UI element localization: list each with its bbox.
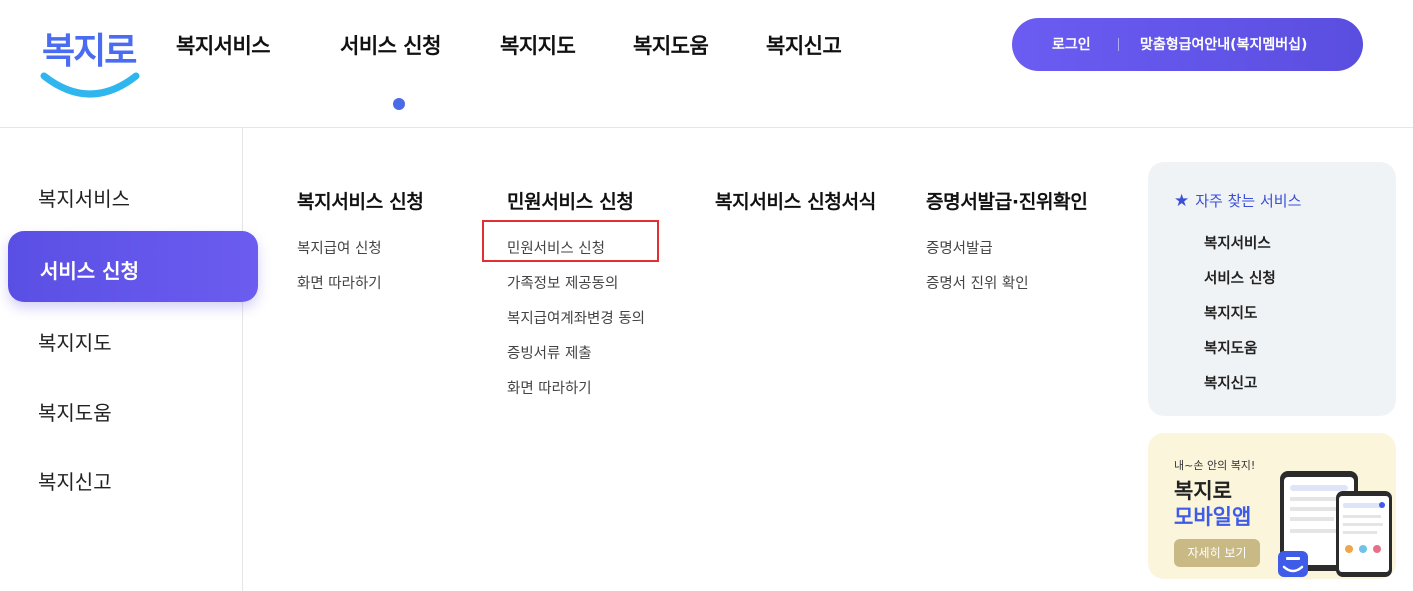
menu-link[interactable]: 가족정보 제공동의: [507, 272, 618, 293]
sidebar-item-welfare-service[interactable]: 복지서비스: [38, 183, 130, 212]
menu-link[interactable]: 복지급여계좌변경 동의: [507, 307, 645, 328]
menu-link[interactable]: 증빙서류 제출: [507, 342, 592, 363]
sidebar-item-label: 서비스 신청: [40, 259, 139, 283]
favorite-link[interactable]: 서비스 신청: [1204, 267, 1276, 288]
auth-divider: [1118, 38, 1119, 51]
favorites-panel: ★ 자주 찾는 서비스 복지서비스 서비스 신청 복지지도 복지도움 복지신고: [1148, 162, 1396, 416]
menu-link[interactable]: 증명서발급: [926, 237, 993, 258]
menu-col-welfare-apply-title[interactable]: 복지서비스 신청: [297, 187, 424, 214]
login-button[interactable]: 로그인: [1052, 34, 1091, 54]
nav-welfare-report[interactable]: 복지신고: [766, 30, 842, 60]
menu-col-certificate-title[interactable]: 증명서발급·진위확인: [926, 187, 1088, 214]
auth-bar: 로그인 맞춤형급여안내(복지멤버십): [1012, 18, 1363, 71]
app-banner-tagline: 내~손 안의 복지!: [1174, 459, 1256, 472]
highlight-box: [482, 220, 659, 262]
menu-col-civil-apply-title[interactable]: 민원서비스 신청: [507, 187, 634, 214]
nav-service-apply[interactable]: 서비스 신청: [340, 30, 441, 60]
phone-mockup-icon: [1278, 471, 1392, 577]
sidebar-item-welfare-map[interactable]: 복지지도: [38, 327, 112, 356]
bokjiro-logo[interactable]: 복지로: [34, 22, 146, 102]
logo-smile-icon: [40, 72, 140, 98]
nav-welfare-help[interactable]: 복지도움: [633, 30, 709, 60]
sidebar-divider: [242, 128, 243, 591]
favorite-link[interactable]: 복지신고: [1204, 372, 1257, 393]
membership-button[interactable]: 맞춤형급여안내(복지멤버십): [1140, 34, 1307, 54]
app-details-button[interactable]: 자세히 보기: [1174, 539, 1260, 567]
menu-col-forms-title[interactable]: 복지서비스 신청서식: [715, 187, 876, 214]
menu-link[interactable]: 화면 따라하기: [297, 272, 382, 293]
favorites-title: ★ 자주 찾는 서비스: [1174, 191, 1302, 211]
nav-welfare-service[interactable]: 복지서비스: [176, 30, 271, 60]
menu-link[interactable]: 화면 따라하기: [507, 377, 592, 398]
mobile-app-banner[interactable]: 내~손 안의 복지! 복지로 모바일앱 자세히 보기: [1148, 433, 1396, 579]
site-header: 복지로 복지서비스 서비스 신청 복지지도 복지도움 복지신고 로그인 맞춤형급…: [0, 0, 1413, 128]
favorite-link[interactable]: 복지지도: [1204, 302, 1257, 323]
favorite-link[interactable]: 복지도움: [1204, 337, 1257, 358]
sidebar-item-welfare-report[interactable]: 복지신고: [38, 466, 112, 495]
sidebar-item-welfare-help[interactable]: 복지도움: [38, 397, 112, 426]
menu-link[interactable]: 증명서 진위 확인: [926, 272, 1029, 293]
nav-welfare-map[interactable]: 복지지도: [500, 30, 576, 60]
active-nav-indicator: [393, 98, 405, 110]
sidebar-item-service-apply[interactable]: 서비스 신청: [8, 231, 258, 302]
app-banner-subtitle: 모바일앱: [1174, 505, 1252, 529]
star-icon: ★: [1174, 191, 1190, 211]
favorite-link[interactable]: 복지서비스: [1204, 232, 1271, 253]
logo-text: 복지로: [42, 30, 137, 72]
menu-link[interactable]: 복지급여 신청: [297, 237, 382, 258]
